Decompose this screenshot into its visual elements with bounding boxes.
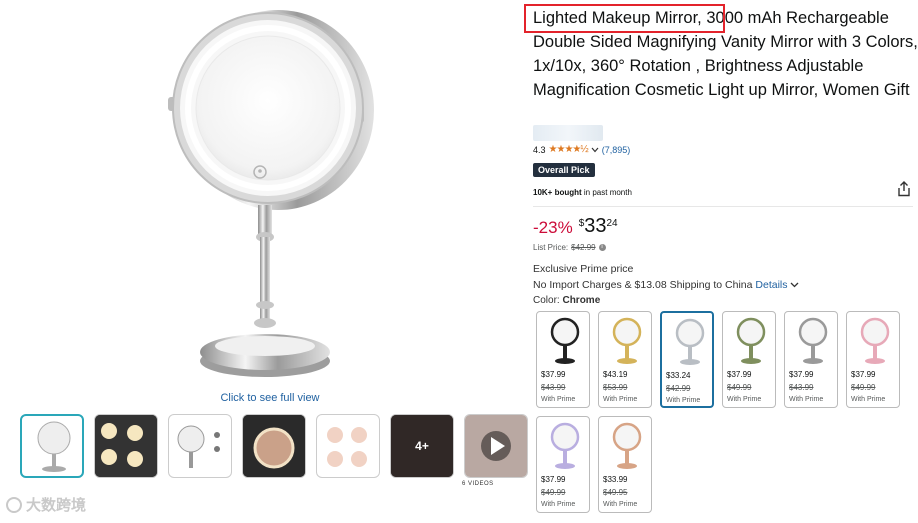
mirror-thumbnail: [550, 317, 580, 364]
list-price: List Price: $42.99 i: [533, 243, 606, 252]
videos-count-label: 6 VIDEOS: [462, 481, 494, 487]
price-whole: 33: [584, 215, 607, 237]
main-product-image[interactable]: [150, 5, 390, 385]
swatch-list-price: $49.99: [727, 383, 752, 392]
color-swatch[interactable]: $37.99 $49.99 With Prime: [536, 416, 590, 513]
mirror-thumbnail: [612, 422, 642, 469]
rating-value: 4.3: [533, 144, 546, 155]
bought-period: in past month: [581, 188, 632, 197]
swatch-prime-note: With Prime: [666, 397, 701, 404]
rating-row[interactable]: 4.3 ★★★★½ (7,895): [533, 144, 630, 155]
divider: [533, 206, 913, 207]
mirror-thumbnail: [675, 318, 705, 365]
swatch-price: $37.99: [541, 475, 566, 484]
thumbnail-6[interactable]: 4+: [390, 414, 454, 478]
swatch-list-price: $42.99: [666, 384, 691, 393]
swatch-list-price: $53.99: [603, 383, 628, 392]
list-price-label: List Price:: [533, 243, 569, 252]
thumbnail-3[interactable]: [168, 414, 232, 478]
price-fraction: 24: [606, 218, 618, 229]
click-to-see-full-view-link[interactable]: Click to see full view: [205, 392, 335, 404]
bought-count: 10K+ bought: [533, 188, 582, 197]
swatch-prime-note: With Prime: [541, 396, 576, 403]
thumbnail-4[interactable]: [242, 414, 306, 478]
mirror-thumbnail: [550, 422, 580, 469]
swatch-list-price: $43.99: [789, 383, 814, 392]
mirror-thumbnail: [612, 317, 642, 364]
thumbnail-5[interactable]: [316, 414, 380, 478]
watermark-logo-icon: [6, 496, 22, 513]
swatch-list-price: $49.95: [603, 488, 628, 497]
more-images-overlay: 4+: [391, 415, 453, 477]
color-selection-label: Color: Chrome: [533, 295, 600, 306]
video-thumbnail[interactable]: [464, 414, 528, 478]
mirror-thumbnail: [736, 317, 766, 364]
swatch-prime-note: With Prime: [541, 501, 576, 508]
thumbnail-1[interactable]: [20, 414, 84, 478]
mirror-thumbnail: [860, 317, 890, 364]
color-swatch[interactable]: $37.99 $43.99 With Prime: [784, 311, 838, 408]
swatch-price: $43.19: [603, 370, 628, 379]
mirror-thumbnail: [798, 317, 828, 364]
color-label: Color:: [533, 295, 560, 306]
review-count-link[interactable]: (7,895): [602, 145, 631, 155]
swatch-prime-note: With Prime: [727, 396, 762, 403]
swatch-list-price: $49.99: [851, 383, 876, 392]
swatch-prime-note: With Prime: [603, 396, 638, 403]
blurred-store-link: [533, 125, 603, 141]
watermark: 大数跨境: [6, 494, 86, 515]
color-swatch[interactable]: $43.19 $53.99 With Prime: [598, 311, 652, 408]
swatch-price: $37.99: [541, 370, 566, 379]
swatch-price: $33.24: [666, 371, 691, 380]
color-swatch[interactable]: $33.24 $42.99 With Prime: [660, 311, 714, 408]
color-swatch[interactable]: $37.99 $49.99 With Prime: [846, 311, 900, 408]
swatch-price: $33.99: [603, 475, 628, 484]
color-swatch-grid: $37.99 $43.99 With Prime $43.19 $53.99 With P…: [536, 311, 918, 513]
list-price-value: $42.99: [571, 243, 596, 252]
import-shipping-text: No Import Charges & $13.08 Shipping to C…: [533, 279, 799, 291]
color-swatch[interactable]: $37.99 $43.99 With Prime: [536, 311, 590, 408]
chevron-down-icon[interactable]: [591, 147, 599, 153]
discount-percent: -23%: [533, 218, 573, 237]
swatch-list-price: $49.99: [541, 488, 566, 497]
swatch-list-price: $43.99: [541, 383, 566, 392]
info-icon[interactable]: i: [598, 244, 606, 251]
chevron-down-icon[interactable]: [790, 282, 799, 288]
watermark-text: 大数跨境: [26, 497, 87, 514]
share-icon[interactable]: [897, 181, 911, 197]
thumbnail-2[interactable]: [94, 414, 158, 478]
swatch-prime-note: With Prime: [851, 396, 886, 403]
color-swatch[interactable]: $37.99 $49.99 With Prime: [722, 311, 776, 408]
details-link[interactable]: Details: [755, 279, 787, 291]
price-row: -23% $ 33 24: [533, 214, 618, 238]
thumbnail-strip: 4+: [20, 414, 528, 478]
import-charges-text: No Import Charges & $13.08 Shipping to C…: [533, 279, 753, 291]
exclusive-prime-price: Exclusive Prime price: [533, 263, 634, 275]
swatch-prime-note: With Prime: [789, 396, 824, 403]
swatch-price: $37.99: [727, 370, 752, 379]
overall-pick-badge: Overall Pick: [533, 163, 595, 177]
star-rating-icon[interactable]: ★★★★½: [549, 144, 589, 155]
color-swatch[interactable]: $33.99 $49.95 With Prime: [598, 416, 652, 513]
selected-color: Chrome: [562, 295, 601, 306]
swatch-price: $37.99: [851, 370, 876, 379]
title-highlight-box: [524, 4, 725, 33]
bought-in-past-month: 10K+ bought in past month: [533, 188, 632, 197]
swatch-price: $37.99: [789, 370, 814, 379]
swatch-prime-note: With Prime: [603, 501, 638, 508]
